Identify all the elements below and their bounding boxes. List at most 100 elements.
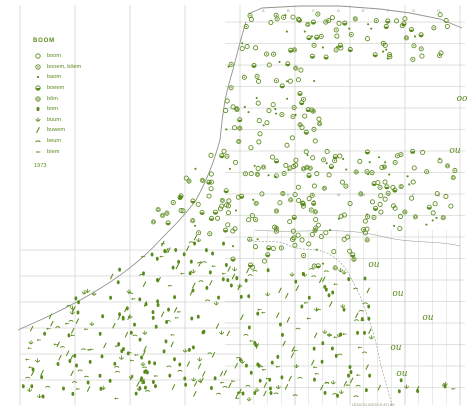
filled-dot-icon: [330, 346, 334, 351]
filled-dot-icon: [247, 325, 251, 330]
open-circle-icon: [35, 53, 41, 59]
circle-dot-icon: [35, 64, 41, 70]
half-circle-icon: [140, 361, 146, 367]
filled-dot-icon: [244, 278, 248, 283]
open-circle-icon: [232, 159, 239, 165]
half-filled-circle-icon: [315, 263, 321, 269]
dot-bar-icon: [346, 384, 351, 387]
filled-dot-icon: [182, 252, 186, 257]
filled-dot-icon: [336, 393, 339, 398]
circle-dot-icon: [424, 169, 430, 175]
small-dot-icon: [413, 35, 417, 38]
half-circle-icon: [213, 301, 219, 306]
dot-bar-icon: [36, 339, 41, 341]
double-ring-icon: [164, 210, 170, 216]
filled-dot-icon: [270, 360, 274, 365]
open-circle-icon: [270, 102, 276, 108]
legend-label: booem, bôem: [47, 63, 82, 70]
double-ring-icon: [150, 219, 156, 225]
filled-dot-icon: [331, 290, 335, 295]
double-ring-icon: [450, 175, 456, 181]
hook-icon: [59, 346, 65, 348]
filled-dot-icon: [138, 297, 142, 302]
open-circle-icon: [255, 100, 261, 106]
half-filled-circle-icon: [364, 149, 370, 155]
half-filled-circle-icon: [230, 256, 236, 262]
hook-icon: [273, 392, 279, 395]
filled-dot-icon: [312, 346, 316, 351]
grid-letter: E: [362, 8, 365, 13]
slash-icon: [246, 267, 250, 274]
circle-dot-icon: [228, 61, 234, 67]
dot-bar-icon: [84, 328, 89, 331]
circle-dot-icon: [271, 51, 277, 57]
open-circle-icon: [347, 248, 353, 254]
filled-dot-icon: [147, 360, 151, 365]
half-filled-circle-icon: [165, 220, 171, 226]
slash-icon: [142, 281, 147, 287]
slash-icon: [286, 316, 290, 323]
legend-item: booem, bôem: [33, 62, 81, 73]
hook-icon: [243, 334, 249, 336]
filled-dot-icon: [249, 370, 253, 375]
legend-item: baom: [33, 72, 81, 83]
open-circle-icon: [378, 193, 384, 199]
half-circle-icon: [191, 377, 197, 382]
half-filled-circle-icon: [384, 184, 390, 190]
circle-dot-icon: [311, 42, 317, 48]
double-ring-icon: [288, 197, 294, 203]
filled-dot-icon: [156, 302, 160, 307]
small-dot-icon: [388, 173, 391, 176]
half-circle-icon: [28, 340, 34, 345]
half-filled-circle-icon: [273, 158, 279, 164]
filled-dot-icon: [33, 105, 45, 113]
dot-bar-icon: [174, 316, 179, 319]
dot-bar-icon: [27, 347, 32, 350]
legend-item: bôm: [33, 93, 81, 104]
open-circle-icon: [339, 179, 345, 185]
circle-dot-icon: [273, 78, 279, 84]
small-dot-icon: [252, 198, 255, 201]
half-circle-icon: [275, 385, 281, 390]
open-circle-icon: [378, 209, 384, 215]
open-circle-icon: [309, 231, 315, 237]
hook-icon: [207, 352, 213, 355]
circle-dot-icon: [281, 171, 287, 177]
half-circle-icon: [265, 292, 270, 297]
map-title: BOOM: [33, 38, 55, 44]
slash-icon: [173, 307, 178, 313]
open-circle-icon: [302, 113, 308, 119]
slash-icon: [192, 282, 196, 289]
small-dot-icon: [312, 200, 316, 203]
small-dot-icon: [255, 96, 258, 100]
filled-dot-icon: [142, 380, 146, 385]
half-filled-circle-icon: [266, 245, 272, 251]
half-filled-circle-icon: [251, 62, 257, 69]
hook-icon: [188, 241, 194, 244]
slash-icon: [314, 332, 318, 339]
filled-dot-icon: [281, 332, 284, 337]
small-dot-icon: [313, 79, 316, 83]
slash-icon: [355, 312, 359, 319]
open-circle-icon: [432, 201, 438, 207]
slash-icon: [219, 370, 224, 377]
filled-dot-icon: [74, 296, 78, 301]
small-dot-icon: [408, 183, 411, 186]
small-dot-icon: [328, 229, 332, 232]
circle-dot-icon: [242, 171, 248, 177]
hook-icon: [71, 381, 78, 383]
slash-icon: [124, 331, 129, 338]
open-circle-icon: [397, 213, 403, 219]
open-circle-icon: [261, 258, 268, 264]
river-path: [254, 229, 461, 247]
hook-icon: [198, 280, 204, 283]
small-dot-icon: [284, 14, 287, 17]
slash-icon: [215, 323, 220, 329]
hook-icon: [144, 390, 151, 392]
filled-dot-icon: [75, 363, 78, 368]
half-circle-icon: [182, 348, 188, 353]
circle-dot-icon: [311, 263, 317, 269]
filled-dot-icon: [213, 376, 217, 381]
dot-bar-icon: [261, 311, 266, 314]
legend-list: boom booem, bôem baom boeem bôm bom buum buwem b…: [33, 51, 81, 157]
